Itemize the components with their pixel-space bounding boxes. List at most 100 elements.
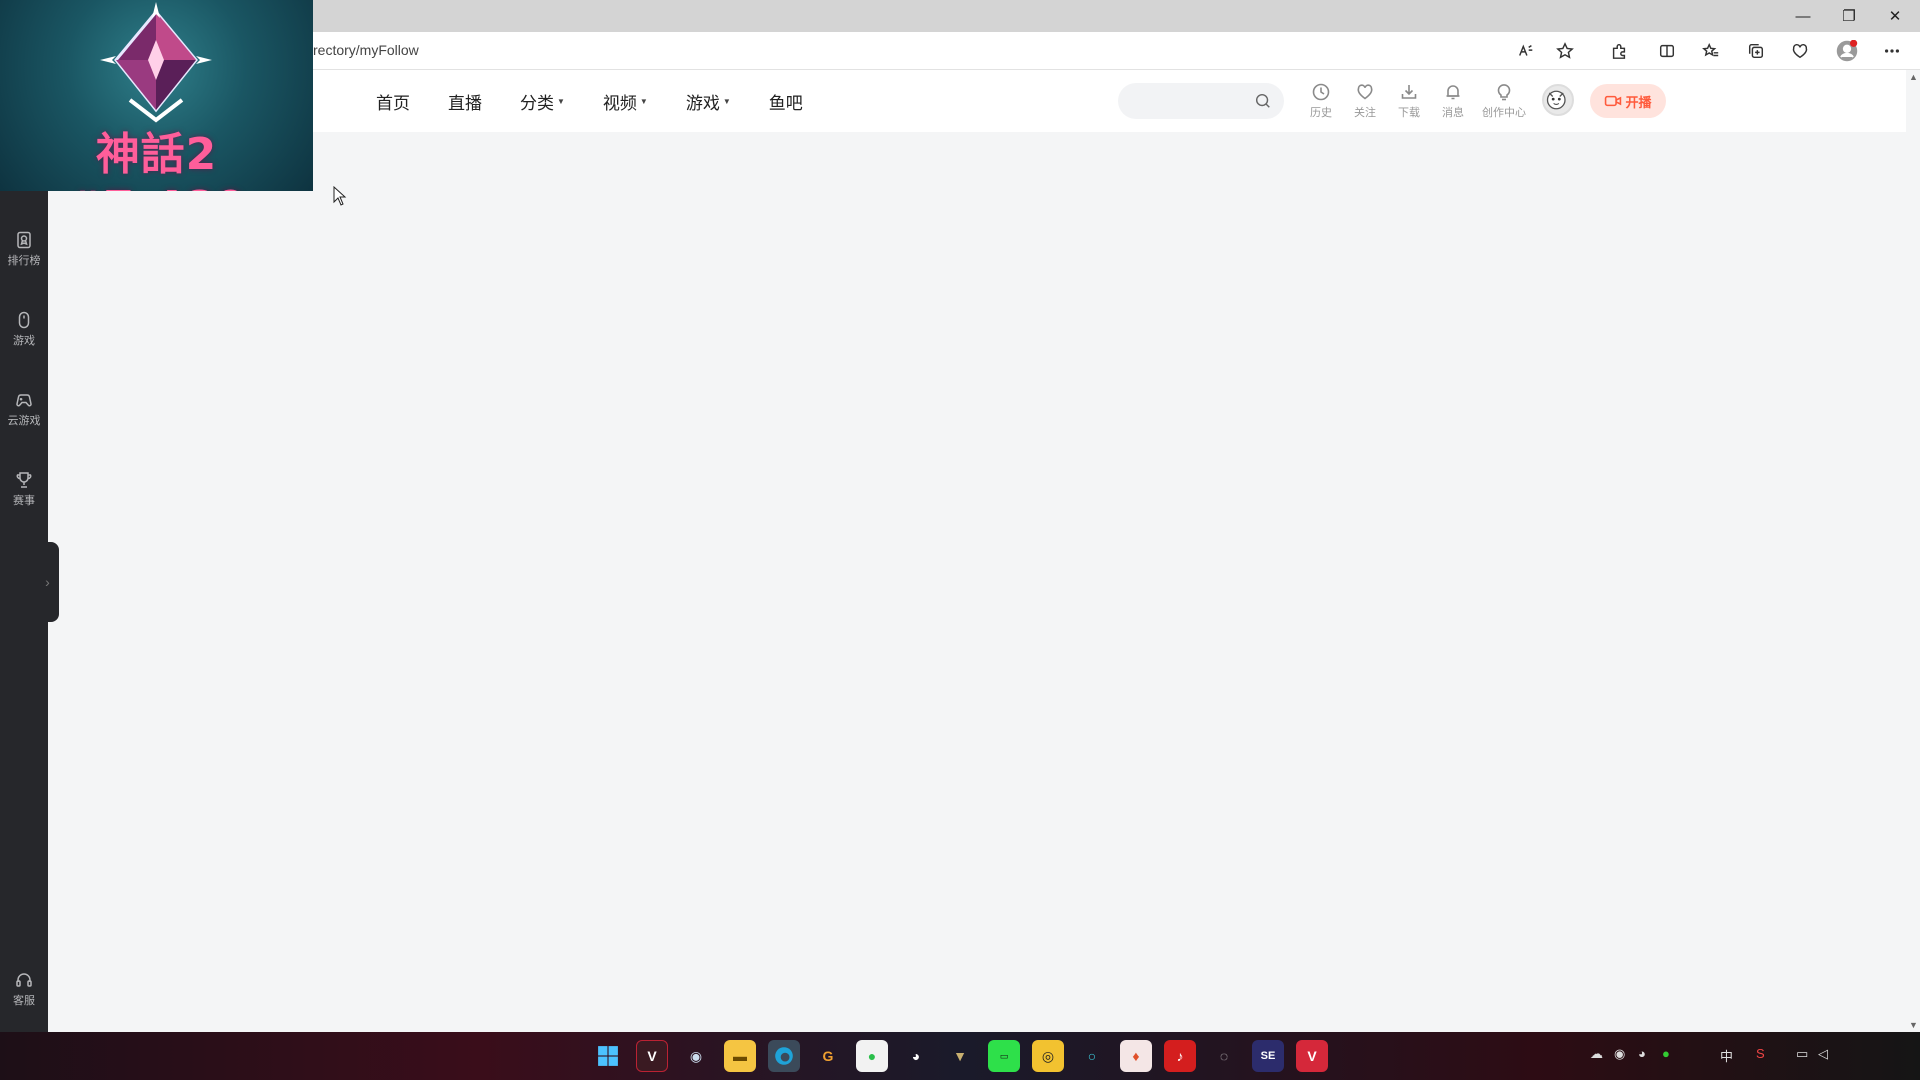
trophy-icon bbox=[16, 472, 32, 488]
nav-label: 视频 bbox=[602, 93, 637, 113]
wechat-tray-icon[interactable]: ● bbox=[1662, 1046, 1670, 1061]
site-header: 首页 直播 分类 ▼ 视频 ▼ 游戏 ▼ 鱼吧 历史 关注 下载 消息 创作中心 开播 bbox=[48, 70, 1906, 132]
sidebar-item-cloud-game[interactable]: 云游戏 bbox=[0, 390, 48, 428]
nav-label: 直播 bbox=[448, 93, 482, 113]
avatar-image bbox=[1546, 90, 1566, 110]
ranking-icon bbox=[17, 231, 31, 249]
search-icon[interactable] bbox=[1254, 92, 1272, 110]
nav-game[interactable]: 游戏 ▼ bbox=[686, 89, 731, 114]
nav-label: 游戏 bbox=[685, 93, 720, 113]
restore-button[interactable]: ❐ bbox=[1826, 0, 1872, 32]
scroll-up-arrow-icon[interactable]: ▲ bbox=[1909, 72, 1918, 82]
avatar[interactable] bbox=[1542, 84, 1574, 116]
page-scrollbar[interactable]: ▲ ▼ bbox=[1906, 70, 1920, 1032]
follow-button[interactable]: 关注 bbox=[1345, 82, 1385, 120]
nav-home[interactable]: 首页 bbox=[376, 89, 410, 114]
start-live-button[interactable]: 开播 bbox=[1590, 84, 1666, 118]
sidebar-item-label: 游戏 bbox=[13, 335, 35, 347]
app-icon-circle[interactable]: ◌ bbox=[1208, 1040, 1240, 1072]
url-field[interactable]: rectory/myFollow bbox=[313, 42, 419, 58]
creator-center-label: 创作中心 bbox=[1482, 107, 1526, 119]
sidebar-item-game[interactable]: 游戏 bbox=[0, 310, 48, 348]
cloud-tray-icon[interactable]: ☁ bbox=[1590, 1046, 1603, 1062]
history-label: 历史 bbox=[1310, 107, 1332, 119]
nav-live[interactable]: 直播 bbox=[448, 89, 482, 114]
sidebar-item-label: 客服 bbox=[13, 995, 35, 1007]
nav-category[interactable]: 分类 ▼ bbox=[520, 89, 565, 114]
sidebar-item-events[interactable]: 赛事 bbox=[0, 470, 48, 508]
start-live-label: 开播 bbox=[1625, 94, 1652, 110]
sidebar-item-ranking[interactable]: 排行榜 bbox=[0, 230, 48, 268]
nav-label: 首页 bbox=[376, 93, 410, 113]
steam-tray-icon[interactable]: ◉ bbox=[1614, 1046, 1625, 1062]
collections-icon[interactable] bbox=[1743, 38, 1769, 64]
more-menu-icon[interactable] bbox=[1879, 38, 1905, 64]
rank-text: 神話2 #7,489 bbox=[65, 129, 246, 191]
follow-label: 关注 bbox=[1354, 107, 1376, 119]
sidebar-item-support[interactable]: 客服 bbox=[0, 970, 48, 1008]
message-button[interactable]: 消息 bbox=[1433, 82, 1473, 120]
headset-icon bbox=[16, 973, 32, 987]
close-window-button[interactable]: ✕ bbox=[1872, 0, 1918, 32]
camera-icon bbox=[1605, 95, 1622, 107]
scroll-down-arrow-icon[interactable]: ▼ bbox=[1909, 1020, 1918, 1030]
caret-down-icon: ▼ bbox=[639, 96, 648, 106]
app-icon-ring[interactable]: ○ bbox=[1076, 1040, 1108, 1072]
sidebar-item-label: 云游戏 bbox=[7, 415, 41, 427]
volume-tray-icon[interactable]: ◁ bbox=[1818, 1046, 1828, 1062]
caret-down-icon: ▼ bbox=[722, 96, 731, 106]
creator-center-button[interactable]: 创作中心 bbox=[1480, 82, 1528, 120]
history-button[interactable]: 历史 bbox=[1301, 82, 1341, 120]
favorites-icon[interactable] bbox=[1698, 38, 1724, 64]
game-icon bbox=[18, 311, 30, 329]
netease-music-icon[interactable]: ♪ bbox=[1164, 1040, 1196, 1072]
profile-icon[interactable] bbox=[1834, 38, 1860, 64]
creator-center-icon bbox=[1497, 84, 1511, 101]
extensions-icon[interactable] bbox=[1606, 38, 1632, 64]
steam-app-icon[interactable]: ◉ bbox=[680, 1040, 712, 1072]
app-icon-owl[interactable]: ◎ bbox=[1032, 1040, 1064, 1072]
nav-fishbar[interactable]: 鱼吧 bbox=[769, 89, 803, 114]
follow-icon bbox=[1357, 84, 1373, 100]
sidebar-item-label: 排行榜 bbox=[7, 255, 41, 267]
file-explorer-icon[interactable]: ▬ bbox=[724, 1040, 756, 1072]
game-rank-overlay: 神話2 #7,489 bbox=[0, 0, 313, 191]
history-icon bbox=[1312, 83, 1330, 101]
favorite-star-icon[interactable] bbox=[1552, 38, 1578, 64]
edge-logo-icon bbox=[775, 1047, 793, 1065]
read-aloud-icon[interactable] bbox=[1513, 38, 1539, 64]
network-tray-icon[interactable]: ▭ bbox=[1796, 1046, 1808, 1062]
cloud-game-icon bbox=[16, 394, 32, 407]
game-launcher-icon[interactable]: ▼ bbox=[944, 1040, 976, 1072]
sidebar-item-label: 赛事 bbox=[13, 495, 35, 507]
caret-down-icon: ▼ bbox=[557, 96, 565, 106]
douyu-app-icon[interactable]: ♦ bbox=[1120, 1040, 1152, 1072]
nav-label: 鱼吧 bbox=[768, 93, 803, 113]
search-input[interactable] bbox=[1118, 83, 1284, 119]
app-icon-se[interactable]: SE bbox=[1252, 1040, 1284, 1072]
chevron-right-icon: › bbox=[45, 574, 50, 590]
browser-essentials-icon[interactable] bbox=[1787, 38, 1813, 64]
wechat-dev-icon[interactable]: ● bbox=[856, 1040, 888, 1072]
app-icon-red[interactable]: V bbox=[1296, 1040, 1328, 1072]
start-button[interactable] bbox=[592, 1040, 624, 1072]
split-screen-icon[interactable] bbox=[1654, 38, 1680, 64]
windows-logo-icon bbox=[598, 1046, 618, 1066]
valorant-app-icon[interactable]: V bbox=[636, 1040, 668, 1072]
qq-app-icon[interactable]: ◕ bbox=[900, 1040, 932, 1072]
message-icon bbox=[1446, 85, 1460, 100]
download-icon bbox=[1401, 85, 1417, 99]
sogou-tray-icon[interactable]: S bbox=[1756, 1046, 1765, 1061]
app-icon-g[interactable]: G bbox=[812, 1040, 844, 1072]
qq-tray-icon[interactable]: ◕ bbox=[1638, 1046, 1646, 1061]
minimize-button[interactable]: — bbox=[1780, 0, 1826, 32]
nav-video[interactable]: 视频 ▼ bbox=[603, 89, 648, 114]
download-button[interactable]: 下载 bbox=[1389, 82, 1429, 120]
sidebar-toggle[interactable]: › bbox=[36, 542, 59, 622]
nav-label: 分类 bbox=[520, 93, 554, 113]
edge-browser-icon[interactable] bbox=[768, 1040, 800, 1072]
ime-indicator[interactable]: 中 bbox=[1720, 1046, 1733, 1065]
app-icon-green[interactable]: ▭ bbox=[988, 1040, 1020, 1072]
main-nav: 首页 直播 分类 ▼ 视频 ▼ 游戏 ▼ 鱼吧 bbox=[376, 70, 841, 132]
download-label: 下载 bbox=[1398, 107, 1420, 119]
